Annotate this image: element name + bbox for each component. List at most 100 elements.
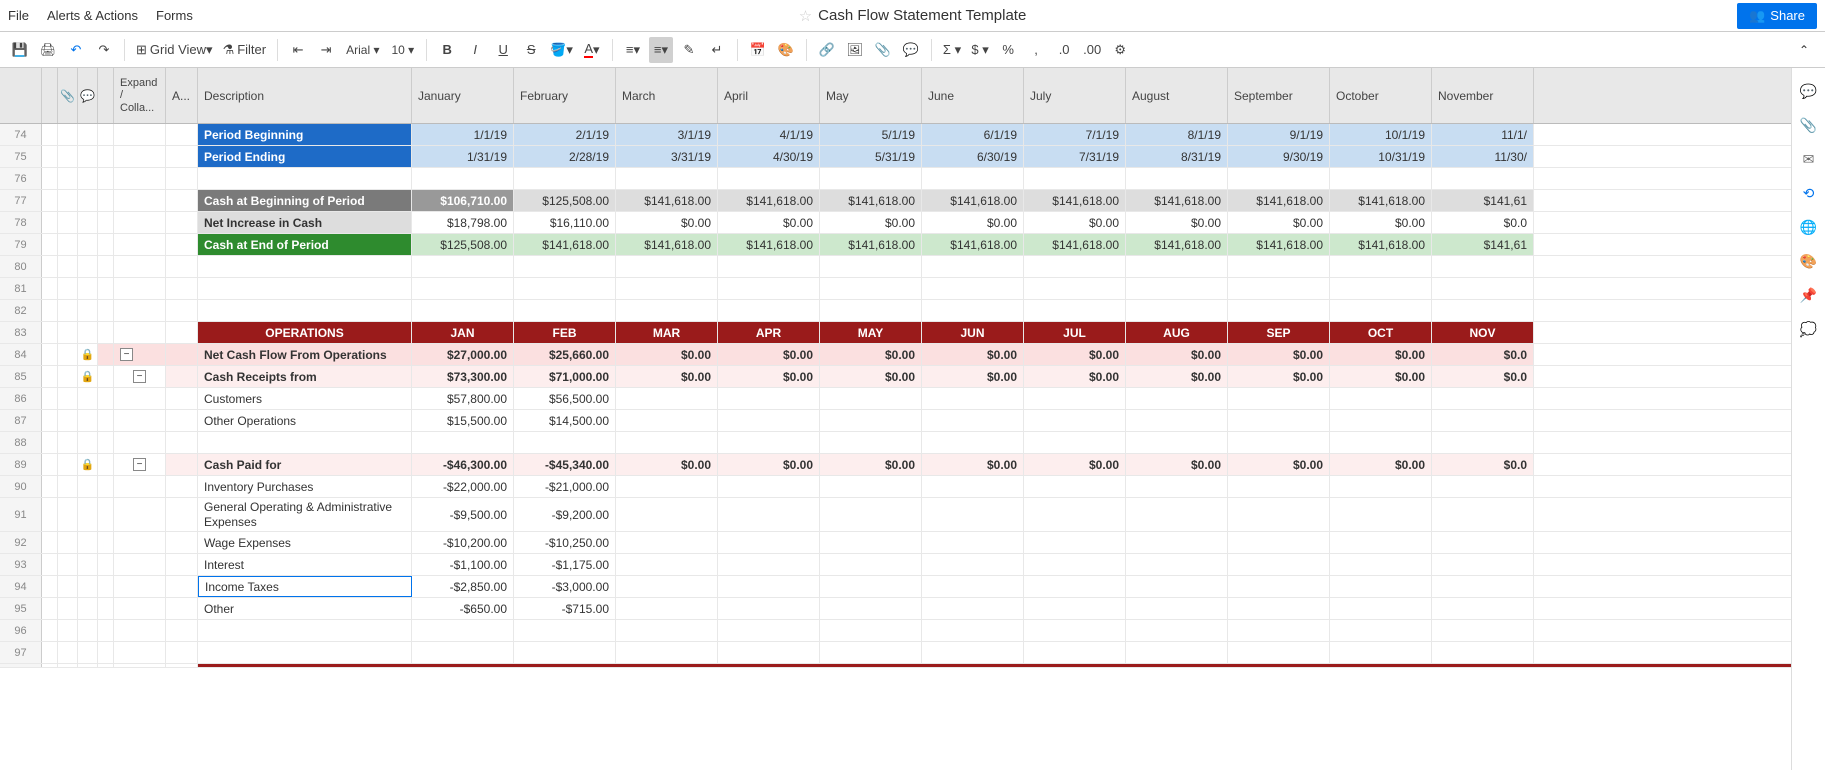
- expand-cell[interactable]: [114, 190, 166, 211]
- data-cell[interactable]: [820, 410, 922, 431]
- undo-icon[interactable]: ↶: [64, 37, 88, 63]
- data-cell[interactable]: $125,508.00: [412, 234, 514, 255]
- data-cell[interactable]: -$45,340.00: [514, 454, 616, 475]
- grid-row[interactable]: 97: [0, 642, 1791, 664]
- data-cell[interactable]: $14,500.00: [514, 410, 616, 431]
- data-cell[interactable]: [1126, 388, 1228, 409]
- grid-row[interactable]: 94Income Taxes-$2,850.00-$3,000.00: [0, 576, 1791, 598]
- row-number[interactable]: 81: [0, 278, 42, 299]
- attachment-header-icon[interactable]: 📎: [58, 68, 78, 123]
- month-header-cell[interactable]: FEB: [514, 322, 616, 343]
- data-cell[interactable]: $0.00: [616, 212, 718, 233]
- data-cell[interactable]: [1330, 532, 1432, 553]
- data-cell[interactable]: $0.00: [820, 212, 922, 233]
- data-cell[interactable]: -$9,200.00: [514, 498, 616, 531]
- data-cell[interactable]: $141,618.00: [1024, 190, 1126, 211]
- description-cell[interactable]: Cash at End of Period: [198, 234, 412, 255]
- data-cell[interactable]: [1330, 410, 1432, 431]
- data-cell[interactable]: [1432, 476, 1534, 497]
- redo-icon[interactable]: ↷: [92, 37, 116, 63]
- spreadsheet-grid[interactable]: 📎 💬 Expand / Colla... A... Description J…: [0, 68, 1791, 770]
- data-cell[interactable]: $0.00: [1330, 454, 1432, 475]
- data-cell[interactable]: [616, 388, 718, 409]
- data-cell[interactable]: [820, 476, 922, 497]
- description-cell[interactable]: Other Operations: [198, 410, 412, 431]
- save-icon[interactable]: 💾: [8, 37, 32, 63]
- menu-forms[interactable]: Forms: [156, 8, 193, 23]
- data-cell[interactable]: [616, 554, 718, 575]
- data-cell[interactable]: $0.00: [922, 344, 1024, 365]
- data-cell[interactable]: [1330, 476, 1432, 497]
- data-cell[interactable]: $125,508.00: [514, 190, 616, 211]
- data-cell[interactable]: [1228, 476, 1330, 497]
- grid-row[interactable]: 74Period Beginning1/1/192/1/193/1/194/1/…: [0, 124, 1791, 146]
- month-header-cell[interactable]: SEP: [1228, 322, 1330, 343]
- data-cell[interactable]: [1024, 554, 1126, 575]
- menu-alerts[interactable]: Alerts & Actions: [47, 8, 138, 23]
- row-number[interactable]: 74: [0, 124, 42, 145]
- grid-row[interactable]: 77Cash at Beginning of Period$106,710.00…: [0, 190, 1791, 212]
- data-cell[interactable]: $71,000.00: [514, 366, 616, 387]
- data-cell[interactable]: [1024, 576, 1126, 597]
- month-header-cell[interactable]: OCT: [1330, 322, 1432, 343]
- attach-icon[interactable]: 📎: [871, 37, 895, 63]
- data-cell[interactable]: $0.00: [718, 366, 820, 387]
- data-cell[interactable]: $0.00: [820, 366, 922, 387]
- data-cell[interactable]: $141,618.00: [1126, 234, 1228, 255]
- data-cell[interactable]: $0.00: [1228, 344, 1330, 365]
- month-header[interactable]: October: [1330, 68, 1432, 123]
- filter-button[interactable]: ⚗ Filter: [220, 37, 270, 63]
- description-cell[interactable]: OPERATIONS: [198, 322, 412, 343]
- grid-row[interactable]: 83OPERATIONSJANFEBMARAPRMAYJUNJULAUGSEPO…: [0, 322, 1791, 344]
- grid-row[interactable]: 79Cash at End of Period$125,508.00$141,6…: [0, 234, 1791, 256]
- month-header-cell[interactable]: JUN: [922, 322, 1024, 343]
- data-cell[interactable]: $0.00: [616, 454, 718, 475]
- data-cell[interactable]: 9/30/19: [1228, 146, 1330, 167]
- data-cell[interactable]: $0.00: [1024, 344, 1126, 365]
- grid-row[interactable]: 81: [0, 278, 1791, 300]
- data-cell[interactable]: 6/30/19: [922, 146, 1024, 167]
- data-cell[interactable]: $141,618.00: [922, 234, 1024, 255]
- data-cell[interactable]: $0.0: [1432, 344, 1534, 365]
- data-cell[interactable]: -$22,000.00: [412, 476, 514, 497]
- row-number[interactable]: 78: [0, 212, 42, 233]
- more-format-icon[interactable]: ⚙: [1108, 37, 1132, 63]
- data-cell[interactable]: $0.00: [820, 454, 922, 475]
- row-number[interactable]: 83: [0, 322, 42, 343]
- data-cell[interactable]: $141,618.00: [718, 234, 820, 255]
- expand-cell[interactable]: −: [114, 454, 166, 475]
- star-icon[interactable]: ☆: [799, 7, 812, 25]
- description-cell[interactable]: Income Taxes: [198, 576, 412, 597]
- expand-cell[interactable]: [114, 146, 166, 167]
- indent-icon[interactable]: ⇥: [314, 37, 338, 63]
- a-column-header[interactable]: A...: [166, 68, 198, 123]
- rail-pin-icon[interactable]: 📌: [1800, 286, 1818, 304]
- data-cell[interactable]: [820, 532, 922, 553]
- row-number[interactable]: 95: [0, 598, 42, 619]
- print-icon[interactable]: 🖨: [36, 37, 60, 63]
- month-header-cell[interactable]: APR: [718, 322, 820, 343]
- underline-icon[interactable]: U: [491, 37, 515, 63]
- data-cell[interactable]: [922, 410, 1024, 431]
- data-cell[interactable]: 10/1/19: [1330, 124, 1432, 145]
- data-cell[interactable]: $141,618.00: [1330, 190, 1432, 211]
- data-cell[interactable]: [718, 598, 820, 619]
- expand-cell[interactable]: [114, 410, 166, 431]
- data-cell[interactable]: 3/31/19: [616, 146, 718, 167]
- data-cell[interactable]: $141,618.00: [1330, 234, 1432, 255]
- sum-icon[interactable]: Σ ▾: [940, 37, 964, 63]
- data-cell[interactable]: $73,300.00: [412, 366, 514, 387]
- data-cell[interactable]: $0.00: [1126, 344, 1228, 365]
- description-cell[interactable]: Wage Expenses: [198, 532, 412, 553]
- row-number[interactable]: 84: [0, 344, 42, 365]
- link-icon[interactable]: 🔗: [815, 37, 839, 63]
- data-cell[interactable]: 10/31/19: [1330, 146, 1432, 167]
- thousands-icon[interactable]: ,: [1024, 37, 1048, 63]
- outdent-icon[interactable]: ⇤: [286, 37, 310, 63]
- data-cell[interactable]: 3/1/19: [616, 124, 718, 145]
- month-header[interactable]: November: [1432, 68, 1534, 123]
- data-cell[interactable]: -$21,000.00: [514, 476, 616, 497]
- data-cell[interactable]: [718, 410, 820, 431]
- rail-comment-icon[interactable]: 💬: [1800, 82, 1818, 100]
- month-header[interactable]: September: [1228, 68, 1330, 123]
